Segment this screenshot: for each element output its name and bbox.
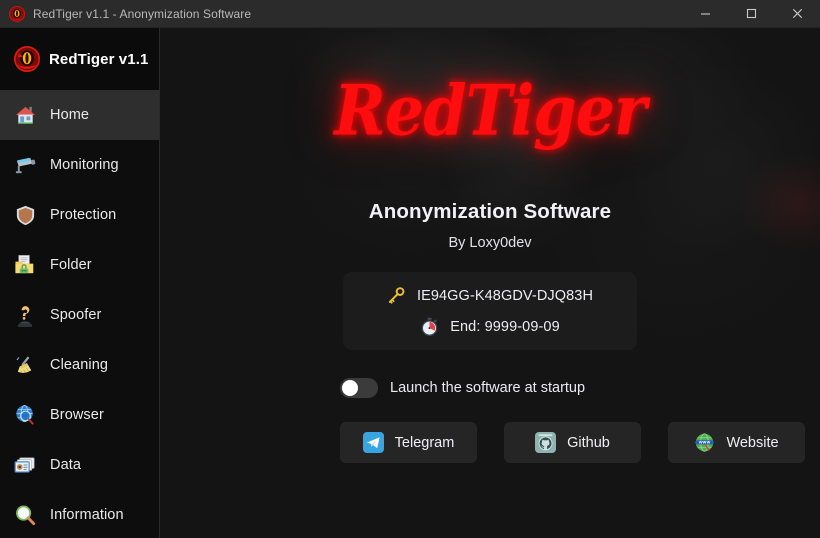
github-button[interactable]: Github [504,422,641,463]
stopwatch-icon [420,317,439,336]
website-button[interactable]: WWW Website [668,422,805,463]
window-title: RedTiger v1.1 - Anonymization Software [33,6,252,21]
sidebar-nav: Home Monitoring Protection Folder Spoofe… [0,90,159,538]
sidebar-item-information[interactable]: Information [0,490,159,538]
globe-www-icon: WWW [694,432,715,453]
telegram-button[interactable]: Telegram [340,422,477,463]
sidebar-item-label: Monitoring [50,157,119,173]
magnifier-icon [12,502,38,528]
shield-icon [12,202,38,228]
github-label: Github [567,434,610,451]
sidebar-item-label: Home [50,107,90,123]
svg-text:WWW: WWW [699,441,711,445]
sidebar-item-label: Cleaning [50,357,109,373]
redtiger-eye-icon [9,5,25,22]
window-controls [682,0,820,28]
toggle-knob [342,380,358,396]
sidebar-item-label: Spoofer [50,307,102,323]
sidebar-item-cleaning[interactable]: Cleaning [0,340,159,390]
globe-search-icon [12,402,38,428]
startup-toggle-switch[interactable] [340,378,378,398]
startup-toggle-row: Launch the software at startup [160,378,820,398]
author-byline: By Loxy0dev [448,235,532,251]
github-icon [535,432,557,453]
sidebar-item-home[interactable]: Home [0,90,159,140]
sidebar-item-label: Browser [50,407,104,423]
sidebar-item-label: Information [50,507,124,523]
house-icon [12,102,38,128]
redtiger-wordmark: RedTiger [334,69,646,152]
telegram-icon [362,432,384,453]
startup-toggle-label: Launch the software at startup [390,380,586,396]
link-buttons: Telegram Github WWW Website [160,422,820,463]
id-card-icon [12,452,38,478]
key-icon [387,286,406,305]
sidebar-brand-label: RedTiger v1.1 [49,50,149,68]
license-expiry: End: 9999-09-09 [450,318,560,335]
sidebar-item-browser[interactable]: Browser [0,390,159,440]
sidebar-item-monitoring[interactable]: Monitoring [0,140,159,190]
spy-question-icon [12,302,38,328]
app-window: RedTiger v1.1 - Anonymization Software R… [0,0,820,538]
sidebar-item-label: Data [50,457,82,473]
locked-folder-icon [12,252,38,278]
titlebar: RedTiger v1.1 - Anonymization Software [0,0,820,28]
license-key: IE94GG-K48GDV-DJQ83H [416,287,594,304]
sidebar-item-data[interactable]: Data [0,440,159,490]
license-expiry-row: End: 9999-09-09 [420,317,560,336]
sidebar-item-folder[interactable]: Folder [0,240,159,290]
close-icon[interactable] [774,0,820,28]
redtiger-eye-icon [14,46,40,72]
broom-icon [12,352,38,378]
maximize-icon[interactable] [728,0,774,28]
sidebar-item-label: Folder [50,257,92,273]
minimize-icon[interactable] [682,0,728,28]
page-title: Anonymization Software [368,200,612,223]
website-label: Website [726,434,779,451]
sidebar: RedTiger v1.1 Home Monitoring Protection… [0,28,160,538]
sidebar-item-spoofer[interactable]: Spoofer [0,290,159,340]
telegram-label: Telegram [394,434,455,451]
sidebar-brand: RedTiger v1.1 [0,28,159,90]
window-body: RedTiger v1.1 Home Monitoring Protection… [0,28,820,538]
sidebar-item-label: Protection [50,207,117,223]
license-key-row: IE94GG-K48GDV-DJQ83H [387,286,593,305]
license-panel: IE94GG-K48GDV-DJQ83H End: 9999-09-09 [343,272,637,350]
main-content: RedTiger Anonymization Software By Loxy0… [160,28,820,538]
cctv-camera-icon [12,152,38,178]
sidebar-item-protection[interactable]: Protection [0,190,159,240]
